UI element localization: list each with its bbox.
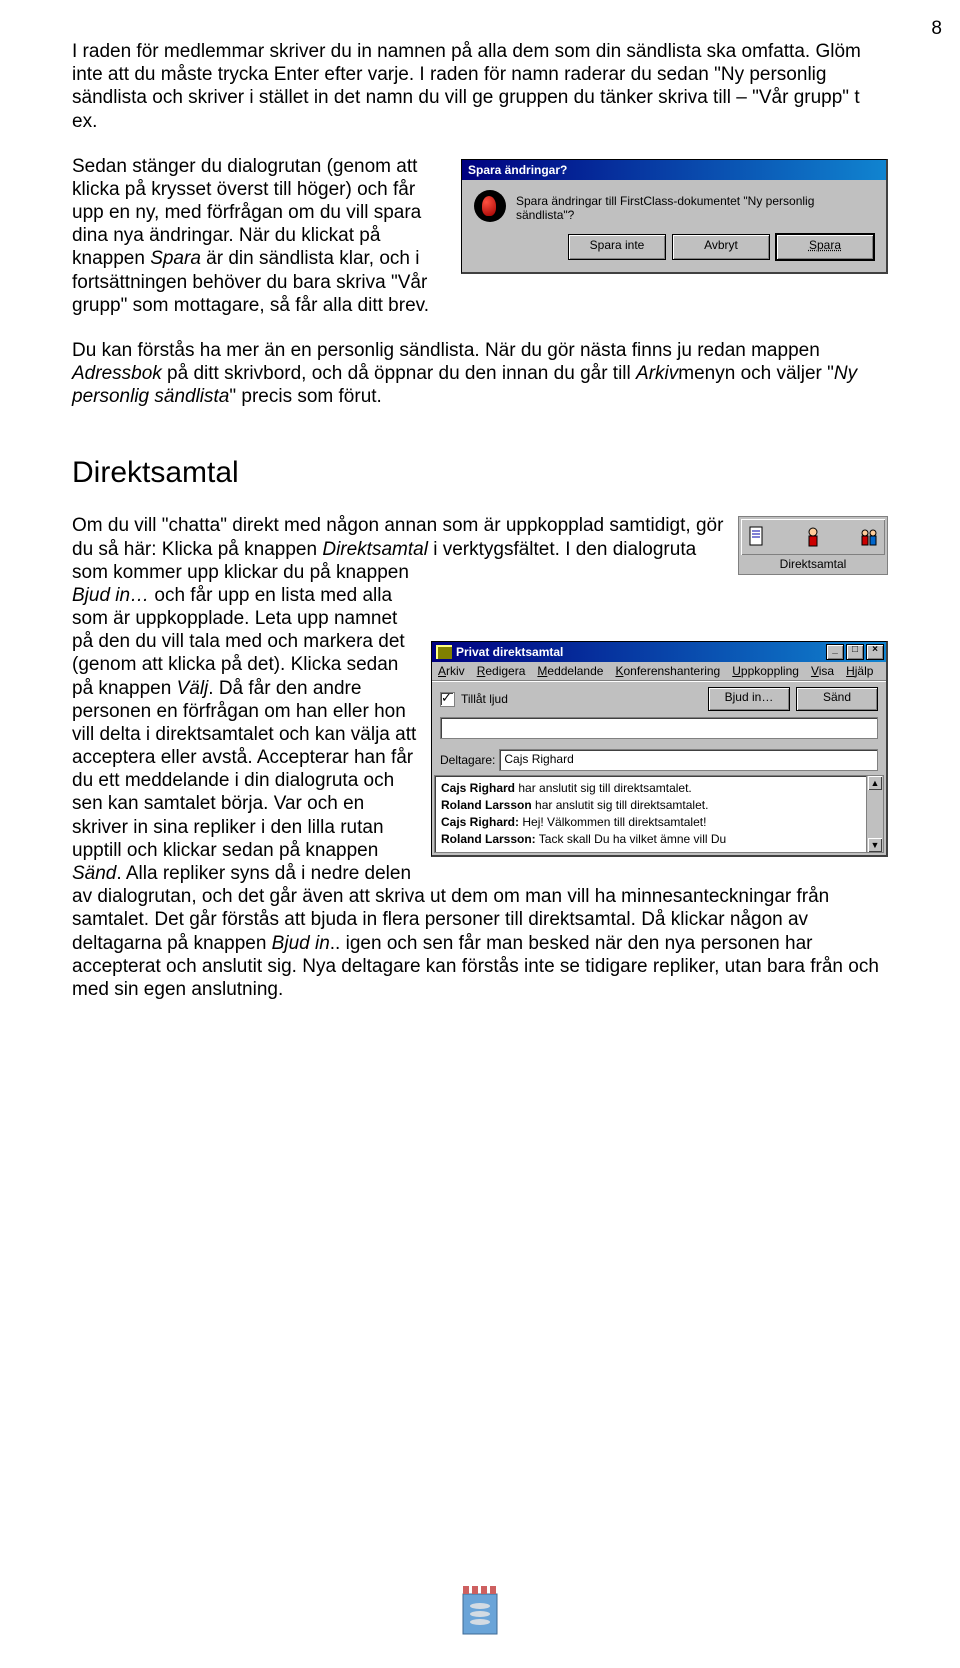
chat-log: Cajs Righard har anslutit sig till direk… xyxy=(434,775,884,852)
save-button-label: Spara xyxy=(809,238,841,252)
save-dialog-message: Spara ändringar till FirstClass-dokument… xyxy=(516,190,874,222)
log-2-who: Cajs Righard: xyxy=(441,815,519,829)
menu-meddelande[interactable]: Meddelande xyxy=(537,664,603,678)
firstclass-icon xyxy=(474,190,506,222)
paragraph-1-text: I raden för medlemmar skriver du in namn… xyxy=(72,41,861,132)
log-2-text: Hej! Välkommen till direktsamtalet! xyxy=(519,815,706,829)
toolbar-snippet: Direktsamtal xyxy=(738,516,888,575)
p4-d: Bjud in… xyxy=(72,585,149,606)
page-number: 8 xyxy=(931,18,942,40)
log-0-who: Cajs Righard xyxy=(441,781,515,795)
scrollbar[interactable]: ▲ ▼ xyxy=(866,776,883,851)
allow-sound-checkbox[interactable] xyxy=(440,692,455,707)
p4-g: . Då får den andre personen en förfrågan… xyxy=(72,678,416,861)
chat-dialog-title: Privat direktsamtal xyxy=(456,645,822,659)
message-input[interactable] xyxy=(440,717,878,739)
log-1-text: har anslutit sig till direktsamtalet. xyxy=(532,798,709,812)
send-button[interactable]: Sänd xyxy=(796,687,878,711)
save-dialog: Spara ändringar? Spara ändringar till Fi… xyxy=(461,159,888,274)
page-icon xyxy=(747,525,767,549)
menu-redigera[interactable]: Redigera xyxy=(477,664,526,678)
p3-e: menyn och väljer " xyxy=(678,363,834,384)
menu-hjalp[interactable]: Hjälp xyxy=(846,664,873,678)
people-icon xyxy=(859,525,879,549)
close-button[interactable]: × xyxy=(866,644,884,660)
menu-arkiv[interactable]: Arkiv xyxy=(438,664,465,678)
p3-a: Du kan förstås ha mer än en personlig sä… xyxy=(72,340,820,361)
dont-save-button[interactable]: Spara inte xyxy=(568,234,666,260)
p4-b: Direktsamtal xyxy=(322,539,428,560)
allow-sound-label: Tillåt ljud xyxy=(461,692,702,706)
paragraph-3: Du kan förstås ha mer än en personlig sä… xyxy=(72,339,888,409)
log-0-text: har anslutit sig till direktsamtalet. xyxy=(515,781,692,795)
p3-c: på ditt skrivbord, och då öppnar du den … xyxy=(162,363,636,384)
save-button[interactable]: Spara xyxy=(776,234,874,260)
chat-dialog: Privat direktsamtal _ □ × Arkiv Redigera… xyxy=(431,641,888,856)
menu-bar[interactable]: Arkiv Redigera Meddelande Konferenshante… xyxy=(432,662,886,681)
heading-direktsamtal: Direktsamtal xyxy=(72,456,888,490)
p3-b: Adressbok xyxy=(72,363,162,384)
p4-h: Sänd xyxy=(72,863,116,884)
menu-visa[interactable]: Visa xyxy=(811,664,834,678)
scroll-up-button[interactable]: ▲ xyxy=(868,776,882,790)
p4-j: Bjud in xyxy=(272,933,330,954)
paragraph-1: I raden för medlemmar skriver du in namn… xyxy=(72,40,888,133)
participants-field: Cajs Righard xyxy=(499,749,878,771)
participants-label: Deltagare: xyxy=(440,753,495,767)
person-red-icon xyxy=(803,525,823,549)
invite-button[interactable]: Bjud in… xyxy=(708,687,790,711)
menu-uppkoppling[interactable]: Uppkoppling xyxy=(732,664,799,678)
log-3-text: Tack skall Du ha vilket ämne vill Du xyxy=(536,832,727,846)
cancel-button[interactable]: Avbryt xyxy=(672,234,770,260)
save-dialog-title: Spara ändringar? xyxy=(462,160,886,180)
scroll-down-button[interactable]: ▼ xyxy=(868,838,882,852)
p3-d: Arkiv xyxy=(636,363,678,384)
p4-f: Välj xyxy=(177,678,209,699)
footer-logo-icon xyxy=(455,1580,505,1640)
log-1-who: Roland Larsson xyxy=(441,798,532,812)
menu-konferens[interactable]: Konferenshantering xyxy=(615,664,720,678)
p3-g: " precis som förut. xyxy=(229,386,381,407)
window-icon xyxy=(436,645,452,659)
maximize-button[interactable]: □ xyxy=(846,644,864,660)
minimize-button[interactable]: _ xyxy=(826,644,844,660)
log-3-who: Roland Larsson: xyxy=(441,832,536,846)
p2-b: Spara xyxy=(150,248,201,269)
snippet-label: Direktsamtal xyxy=(739,557,887,574)
